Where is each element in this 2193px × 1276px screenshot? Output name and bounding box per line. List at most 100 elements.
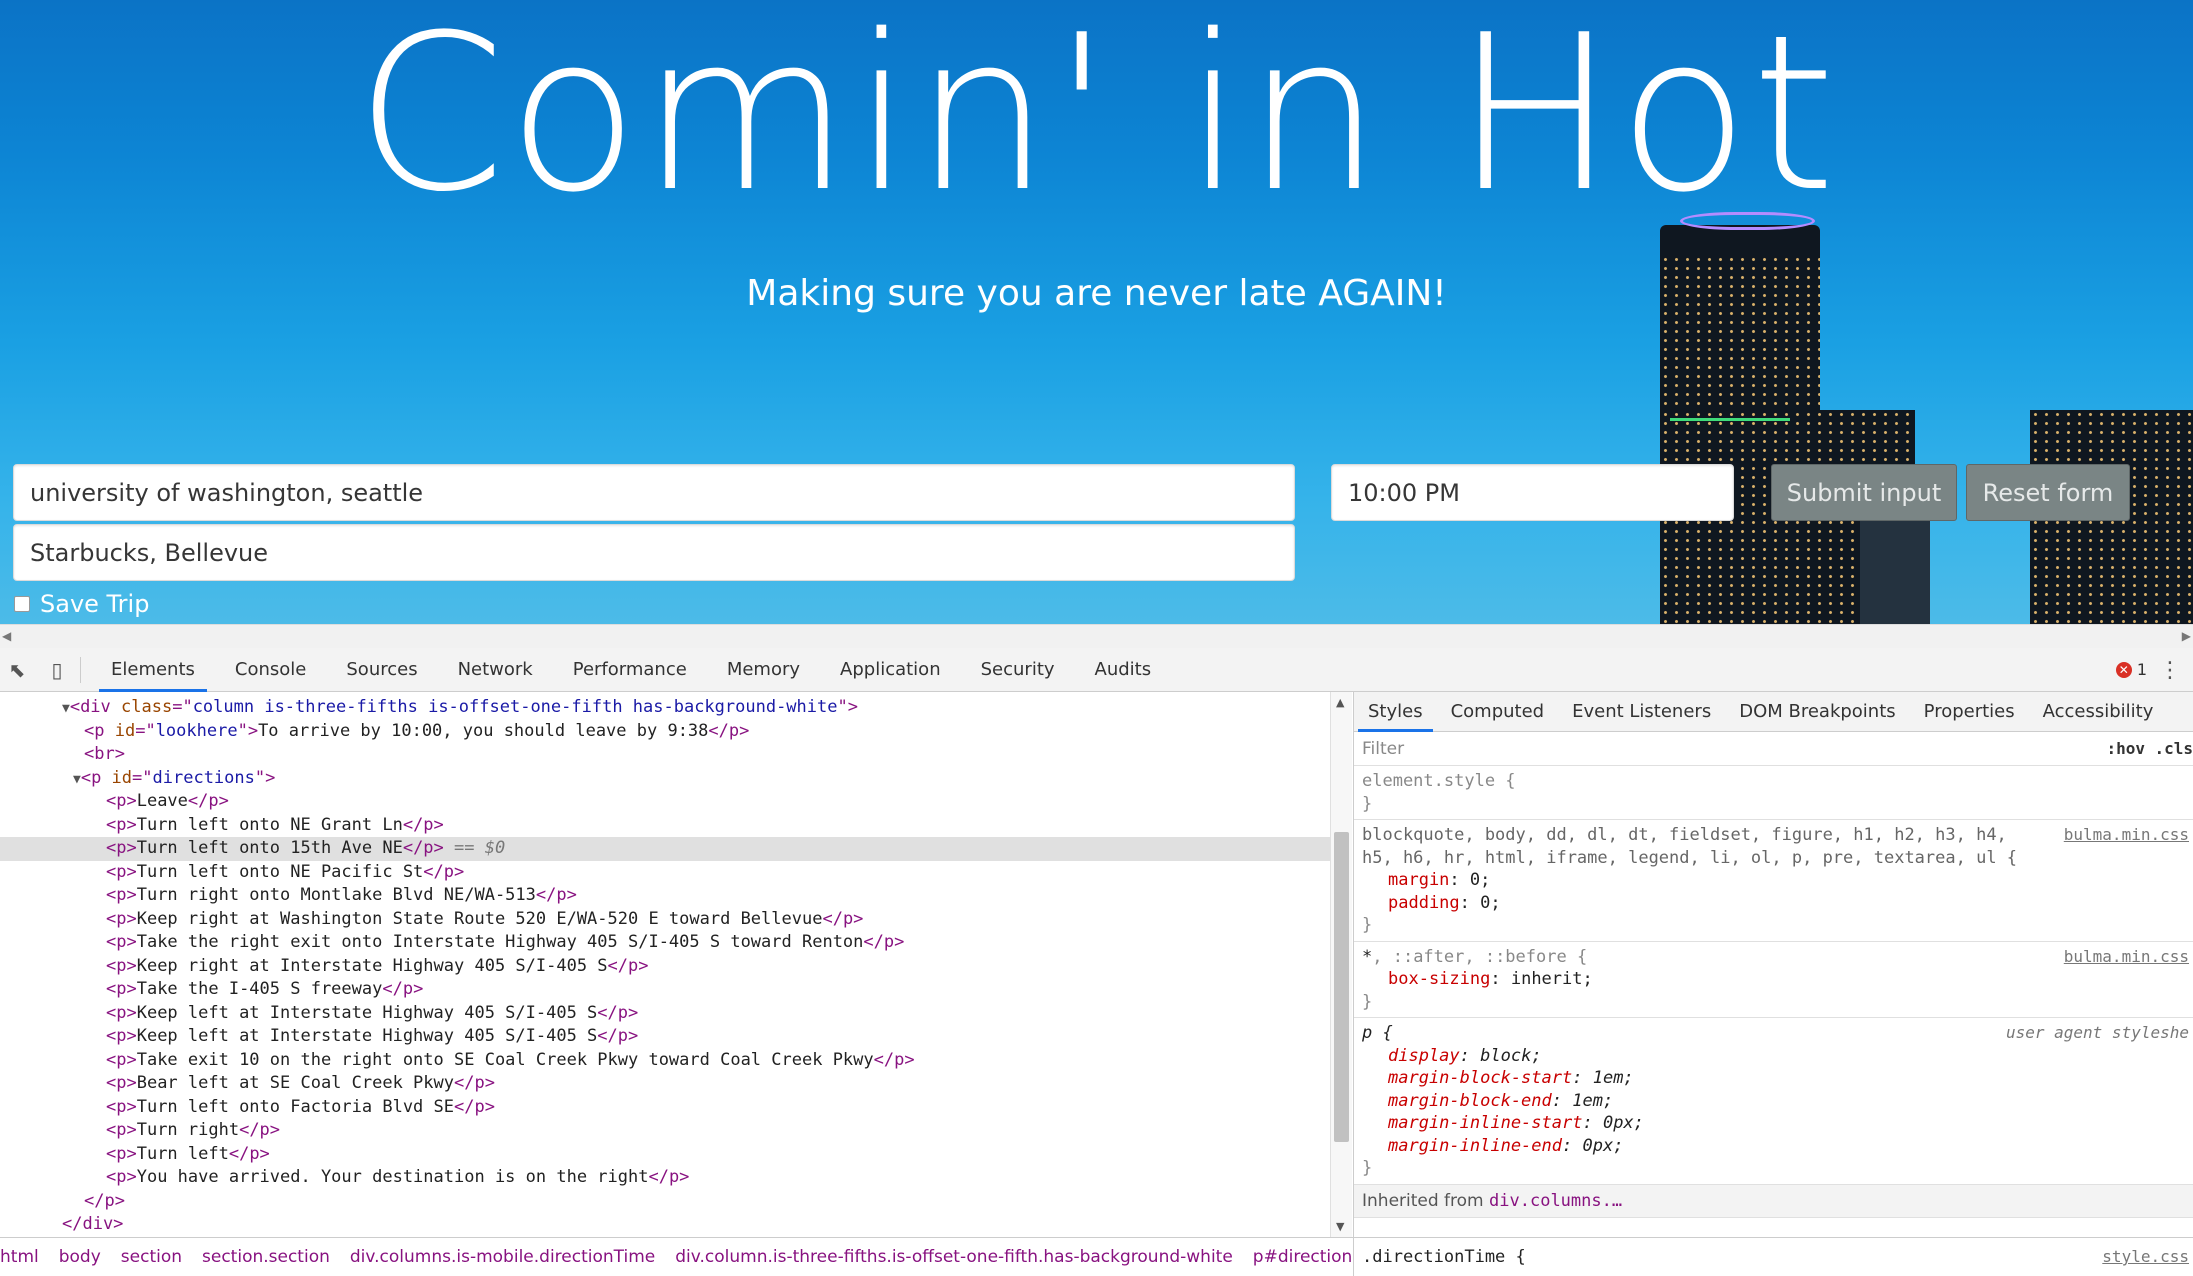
page-subtitle: Making sure you are never late AGAIN!	[746, 273, 1447, 314]
device-toolbar-icon[interactable]: ▯	[44, 657, 70, 683]
dom-node-line[interactable]: <p>Turn left onto 15th Ave NE</p> == $0	[0, 837, 1330, 861]
next-rule-row[interactable]: .directionTime { style.css	[1353, 1237, 2193, 1276]
checkbox-box[interactable]	[14, 596, 30, 612]
dom-node-line[interactable]: <p>Bear left at SE Coal Creek Pkwy</p>	[0, 1072, 1330, 1096]
breadcrumb-item[interactable]: html	[0, 1247, 49, 1267]
dom-node-line[interactable]: </p>	[0, 1190, 1330, 1214]
css-declaration[interactable]: margin-block-start: 1em;	[1362, 1067, 2185, 1090]
save-trip-checkbox[interactable]: Save Trip	[14, 590, 149, 618]
scroll-up-icon[interactable]: ▲	[1336, 696, 1344, 709]
code-txt: Turn left onto Factoria Blvd SE	[136, 1096, 454, 1117]
scroll-down-icon[interactable]: ▼	[1336, 1220, 1344, 1233]
tab-elements[interactable]: Elements	[91, 648, 215, 692]
styles-tab-event-listeners[interactable]: Event Listeners	[1558, 692, 1725, 732]
submit-button[interactable]: Submit input	[1771, 464, 1957, 521]
dom-node-line[interactable]: ▼<div class="column is-three-fifths is-o…	[0, 696, 1330, 720]
destination-input[interactable]: Starbucks, Bellevue	[13, 524, 1295, 581]
class-toggle[interactable]: .cls	[2154, 739, 2193, 758]
dom-node-line[interactable]: <p>Leave</p>	[0, 790, 1330, 814]
breadcrumb-item[interactable]: section	[111, 1247, 192, 1267]
code-txt: Keep left at Interstate Highway 405 S/I-…	[136, 1026, 598, 1047]
dom-node-line[interactable]: <p>Turn right onto Montlake Blvd NE/WA-5…	[0, 884, 1330, 908]
tab-audits[interactable]: Audits	[1075, 648, 1172, 692]
origin-input-value: university of washington, seattle	[30, 478, 424, 507]
styles-tab-styles[interactable]: Styles	[1354, 692, 1437, 732]
error-counter[interactable]: ✕ 1	[2115, 660, 2147, 679]
breadcrumb-item[interactable]: div.column.is-three-fifths.is-offset-one…	[665, 1247, 1243, 1267]
inspect-element-icon[interactable]: ⬉	[4, 657, 30, 683]
dom-node-line[interactable]: <p>Turn left onto Factoria Blvd SE</p>	[0, 1096, 1330, 1120]
code-tag: ">	[254, 767, 276, 788]
dom-node-line[interactable]: <br>	[0, 743, 1330, 767]
css-declaration[interactable]: display: block;	[1362, 1045, 2185, 1068]
dom-node-line[interactable]: <p id="lookhere">To arrive by 10:00, you…	[0, 720, 1330, 744]
expand-triangle-icon[interactable]: ▼	[62, 701, 70, 716]
reset-button[interactable]: Reset form	[1966, 464, 2130, 521]
tab-memory[interactable]: Memory	[707, 648, 820, 692]
css-declaration[interactable]: margin-inline-start: 0px;	[1362, 1112, 2185, 1135]
arrival-time-input[interactable]: 10:00 PM	[1331, 464, 1734, 521]
tab-security[interactable]: Security	[961, 648, 1075, 692]
dom-node-line[interactable]: <p>You have arrived. Your destination is…	[0, 1166, 1330, 1190]
code-attr: class	[121, 697, 173, 717]
code-tag: </p>	[402, 838, 444, 859]
css-declaration[interactable]: padding: 0;	[1362, 892, 2185, 915]
styles-tab-properties[interactable]: Properties	[1910, 692, 2029, 732]
building-green-light	[1670, 418, 1790, 421]
scroll-left-icon[interactable]: ◀	[2, 629, 11, 643]
skyline-building-far	[1860, 510, 1930, 624]
code-tag: <p>	[106, 1002, 137, 1023]
css-colon: :	[1459, 892, 1481, 913]
dom-node-line[interactable]: <p>Keep left at Interstate Highway 405 S…	[0, 1002, 1330, 1026]
css-declaration[interactable]: margin: 0;	[1362, 869, 2185, 892]
elements-vertical-scrollbar[interactable]: ▲ ▼	[1330, 692, 1352, 1237]
dom-node-line[interactable]: </div>	[0, 1213, 1330, 1237]
styles-tab-computed[interactable]: Computed	[1437, 692, 1559, 732]
user-agent-rule[interactable]: user agent styleshe p { display: block; m…	[1354, 1018, 2193, 1185]
more-options-icon[interactable]: ⋮	[2159, 658, 2181, 683]
element-style-rule[interactable]: element.style { }	[1354, 766, 2193, 820]
code-tag: <p>	[106, 1026, 137, 1047]
code-tag: ="	[132, 767, 153, 788]
breadcrumb-item[interactable]: body	[49, 1247, 111, 1267]
rule-source-link[interactable]: bulma.min.css	[2064, 824, 2189, 847]
universal-rule[interactable]: bulma.min.css *, ::after, ::before { box…	[1354, 942, 2193, 1018]
dom-node-line[interactable]: <p>Keep left at Interstate Highway 405 S…	[0, 1025, 1330, 1049]
tab-console[interactable]: Console	[215, 648, 326, 692]
rule-source-link[interactable]: style.css	[2102, 1247, 2189, 1266]
elements-tree[interactable]: … ▼<div class="column is-three-fifths is…	[0, 692, 1330, 1237]
breadcrumb-item[interactable]: p#directions	[1243, 1247, 1353, 1267]
styles-tab-dom-breakpoints[interactable]: DOM Breakpoints	[1725, 692, 1909, 732]
dom-node-line[interactable]: <p>Keep right at Washington State Route …	[0, 908, 1330, 932]
scrollbar-thumb[interactable]	[1334, 832, 1349, 1142]
rule-source-link[interactable]: bulma.min.css	[2064, 946, 2189, 969]
css-declaration[interactable]: margin-block-end: 1em;	[1362, 1090, 2185, 1113]
page-horizontal-scrollbar[interactable]: ◀ ▶	[0, 624, 2193, 648]
styles-tab-accessibility[interactable]: Accessibility	[2029, 692, 2168, 732]
styles-filter[interactable]: Filter :hov .cls	[1354, 732, 2193, 766]
reset-rule[interactable]: bulma.min.css blockquote, body, dd, dl, …	[1354, 820, 2193, 942]
dom-node-line[interactable]: <p>Turn left onto NE Grant Ln</p>	[0, 814, 1330, 838]
tab-application[interactable]: Application	[820, 648, 961, 692]
code-txt: Turn right	[136, 1120, 240, 1141]
scroll-right-icon[interactable]: ▶	[2182, 629, 2191, 643]
dom-node-line[interactable]: <p>Take the I-405 S freeway</p>	[0, 978, 1330, 1002]
expand-triangle-icon[interactable]: ▼	[73, 772, 81, 787]
css-declaration[interactable]: box-sizing: inherit;	[1362, 968, 2185, 991]
dom-node-line[interactable]: <p>Turn left</p>	[0, 1143, 1330, 1167]
hover-state-toggle[interactable]: :hov	[2106, 739, 2145, 758]
origin-input[interactable]: university of washington, seattle	[13, 464, 1295, 521]
dom-node-line[interactable]: <p>Turn left onto NE Pacific St</p>	[0, 861, 1330, 885]
tab-network[interactable]: Network	[438, 648, 553, 692]
dom-node-line[interactable]: ▼<p id="directions">	[0, 767, 1330, 791]
inherited-from-link[interactable]: div.columns.…	[1489, 1191, 1622, 1211]
dom-node-line[interactable]: <p>Turn right</p>	[0, 1119, 1330, 1143]
tab-sources[interactable]: Sources	[326, 648, 437, 692]
breadcrumb-item[interactable]: section.section	[192, 1247, 340, 1267]
tab-performance[interactable]: Performance	[553, 648, 707, 692]
breadcrumb-item[interactable]: div.columns.is-mobile.directionTime	[340, 1247, 665, 1267]
dom-node-line[interactable]: <p>Take exit 10 on the right onto SE Coa…	[0, 1049, 1330, 1073]
dom-node-line[interactable]: <p>Keep right at Interstate Highway 405 …	[0, 955, 1330, 979]
dom-node-line[interactable]: <p>Take the right exit onto Interstate H…	[0, 931, 1330, 955]
css-declaration[interactable]: margin-inline-end: 0px;	[1362, 1135, 2185, 1158]
